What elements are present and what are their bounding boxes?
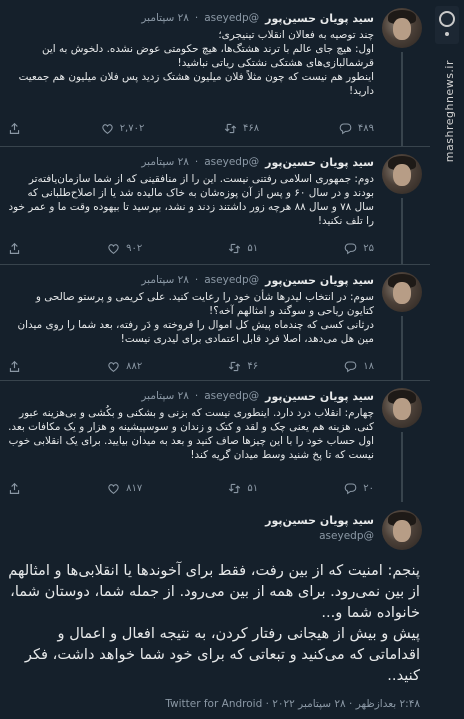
like-button[interactable]: ۹۰۲: [107, 242, 142, 255]
tweet-time[interactable]: ۲۸ سپتامبر: [141, 274, 189, 286]
tweet-actions: ۹۰۲ ۵۱ ۲۵: [8, 240, 374, 256]
reply-icon: [344, 243, 357, 254]
author-name[interactable]: سید پویان حسین‌پور: [265, 390, 374, 403]
like-count: ۹۰۲: [126, 242, 143, 254]
reply-icon: [339, 123, 352, 134]
author-name[interactable]: سید پویان حسین‌پور: [265, 12, 374, 25]
avatar[interactable]: [382, 8, 422, 48]
tweet-time[interactable]: ۲۸ سپتامبر: [141, 12, 189, 24]
reply-icon: [344, 361, 357, 372]
tweet-actions: ۲,۷۰۲ ۴۶۸ ۴۸۹: [8, 120, 374, 136]
like-count: ۲,۷۰۲: [119, 122, 145, 134]
like-count: ۸۸۲: [126, 360, 143, 372]
retweet-count: ۴۶: [247, 360, 259, 372]
reply-button[interactable]: ۴۸۹: [339, 122, 374, 135]
retweet-icon: [229, 483, 241, 493]
tweet-2[interactable]: سید پویان حسین‌پور @aseyedp · ۲۸ سپتامبر…: [0, 146, 430, 264]
retweet-icon: [229, 243, 241, 253]
avatar[interactable]: [382, 154, 422, 194]
share-button[interactable]: [8, 122, 21, 135]
share-icon: [9, 242, 20, 254]
thread-line: [401, 316, 403, 380]
author-handle[interactable]: @aseyedp: [204, 274, 259, 286]
tweet-text: سوم: در انتخاب لیدرها شأن خود را رعایت ک…: [17, 291, 374, 345]
tweet-text: چهارم: انقلاب درد دارد. اینطوری نیست که …: [8, 407, 374, 461]
tweet-time[interactable]: ۲۸ سپتامبر: [141, 390, 189, 402]
tweet-meta: ۲:۴۸ بعدازظهر · ۲۸ سپتامبر ۲۰۲۲ · Twitte…: [165, 698, 420, 710]
author-handle[interactable]: @aseyedp: [204, 12, 259, 24]
reply-count: ۱۸: [363, 360, 374, 372]
thread-line: [401, 198, 403, 264]
share-icon: [9, 360, 20, 372]
main-tweet-text: پنجم: امنیت که از بین رفت، فقط برای آخون…: [8, 562, 420, 684]
retweet-icon: [229, 361, 241, 371]
retweet-button[interactable]: ۵۱: [228, 242, 258, 255]
heart-icon: [108, 361, 119, 372]
tweet-1[interactable]: سید پویان حسین‌پور @aseyedp · ۲۸ سپتامبر…: [0, 0, 430, 146]
author-handle[interactable]: @aseyedp: [204, 390, 259, 402]
tweet-actions: ۸۸۲ ۴۶ ۱۸: [8, 358, 374, 374]
avatar[interactable]: [382, 388, 422, 428]
retweet-count: ۴۶۸: [243, 122, 260, 134]
retweet-icon: [224, 123, 237, 133]
watermark-text: mashreghnews.ir: [443, 60, 456, 163]
author-name[interactable]: سید پویان حسین‌پور: [265, 514, 374, 527]
retweet-count: ۵۱: [247, 242, 259, 254]
tweet-actions: ۸۱۷ ۵۱ ۲۰: [8, 480, 374, 496]
retweet-button[interactable]: ۴۶۸: [224, 122, 259, 135]
like-button[interactable]: ۸۱۷: [107, 482, 142, 495]
retweet-button[interactable]: ۵۱: [228, 482, 258, 495]
retweet-count: ۵۱: [247, 482, 259, 494]
reply-count: ۴۸۹: [357, 122, 374, 134]
main-tweet[interactable]: سید پویان حسین‌پور @aseyedp پنجم: امنیت …: [0, 502, 430, 719]
share-button[interactable]: [8, 482, 21, 495]
share-button[interactable]: [8, 242, 21, 255]
reply-button[interactable]: ۱۸: [344, 360, 374, 373]
share-icon: [9, 482, 20, 494]
share-button[interactable]: [8, 360, 21, 373]
thread-line: [401, 52, 403, 146]
tweet-time[interactable]: ۲۸ سپتامبر: [141, 156, 189, 168]
watermark: mashreghnews.ir: [430, 0, 464, 719]
author-name[interactable]: سید پویان حسین‌پور: [265, 156, 374, 169]
retweet-button[interactable]: ۴۶: [228, 360, 258, 373]
avatar[interactable]: [382, 510, 422, 550]
like-button[interactable]: ۸۸۲: [107, 360, 142, 373]
tweet-text: دوم: جمهوری اسلامی رفتنی نیست. این را از…: [8, 173, 374, 227]
avatar[interactable]: [382, 272, 422, 312]
reply-count: ۲۵: [363, 242, 374, 254]
main-tweet-author: سید پویان حسین‌پور @aseyedp: [265, 514, 374, 542]
reply-icon: [344, 483, 357, 494]
tweet-4[interactable]: سید پویان حسین‌پور @aseyedp · ۲۸ سپتامبر…: [0, 380, 430, 502]
twitter-thread: سید پویان حسین‌پور @aseyedp · ۲۸ سپتامبر…: [0, 0, 430, 719]
reply-button[interactable]: ۲۵: [344, 242, 374, 255]
thread-line: [401, 432, 403, 502]
author-handle[interactable]: @aseyedp: [204, 156, 259, 168]
author-handle[interactable]: @aseyedp: [265, 530, 374, 542]
reply-count: ۲۰: [363, 482, 374, 494]
heart-icon: [108, 483, 119, 494]
heart-icon: [108, 243, 119, 254]
author-name[interactable]: سید پویان حسین‌پور: [265, 274, 374, 287]
share-icon: [9, 122, 20, 134]
like-button[interactable]: ۲,۷۰۲: [101, 122, 145, 135]
like-count: ۸۱۷: [126, 482, 143, 494]
mashregh-logo-icon: [435, 6, 459, 44]
tweet-text: چند توصیه به فعالان انقلاب تینیجری؛ اول:…: [18, 29, 374, 97]
tweet-3[interactable]: سید پویان حسین‌پور @aseyedp · ۲۸ سپتامبر…: [0, 264, 430, 380]
reply-button[interactable]: ۲۰: [344, 482, 374, 495]
heart-icon: [102, 123, 113, 134]
